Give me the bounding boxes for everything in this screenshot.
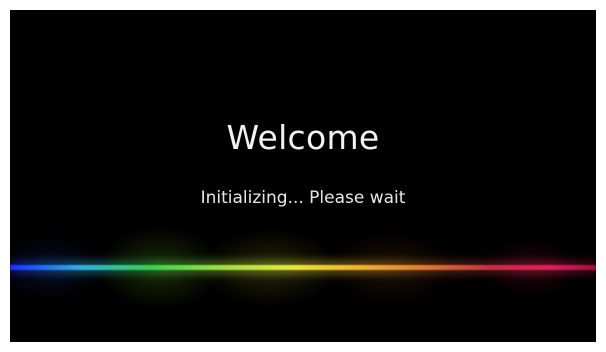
status-message: Initializing... Please wait bbox=[200, 188, 406, 208]
light-bar bbox=[10, 265, 596, 270]
background-glow bbox=[10, 10, 596, 342]
boot-screen: Welcome Initializing... Please wait bbox=[10, 10, 596, 342]
window-frame: Welcome Initializing... Please wait bbox=[0, 0, 606, 352]
welcome-title: Welcome bbox=[226, 118, 380, 157]
